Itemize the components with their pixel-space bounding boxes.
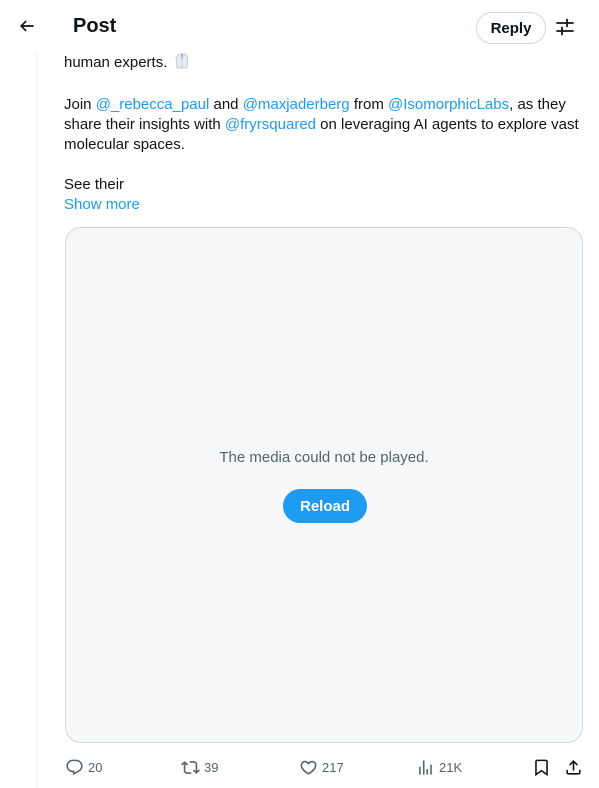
like-action[interactable]: 217 [299,754,344,780]
mention-link-fryrsquared[interactable]: @fryrsquared [225,116,316,133]
tweet-paragraph-2: Join @_rebecca_paul and @maxjaderberg fr… [64,95,584,155]
heart-icon [300,760,317,775]
page-title: Post [73,15,117,37]
comment-icon [66,759,83,775]
like-count: 217 [322,759,344,775]
share-button[interactable] [564,754,583,780]
tweet-body: human experts. Join @_rebecca_paul and @… [64,53,584,215]
back-button[interactable] [9,8,45,44]
repost-count: 39 [204,759,219,775]
tweet-paragraph-3: See their [64,176,125,193]
filter-button[interactable] [553,15,577,39]
media-error-message: The media could not be played. [219,449,429,466]
text-segment: from [349,96,388,113]
sliders-icon [556,18,574,36]
text-segment: Join [64,96,96,113]
mention-link-rebecca-paul[interactable]: @_rebecca_paul [96,96,210,113]
top-bar: Post Reply [0,0,599,53]
analytics-icon [419,759,432,775]
views-action[interactable]: 21K [416,754,462,780]
thread-line [36,52,37,788]
mention-link-isomorphiclabs[interactable]: @IsomorphicLabs [388,96,509,113]
mention-link-maxjaderberg[interactable]: @maxjaderberg [243,96,350,113]
repost-action[interactable]: 39 [181,754,218,780]
media-player[interactable]: The media could not be played. Reload [65,227,583,743]
text-segment: and [209,96,243,113]
reply-button[interactable]: Reply [476,12,546,44]
share-icon [566,759,581,775]
repost-icon [181,760,200,774]
lab-coat-emoji-icon [174,53,190,75]
tweet-line-text: human experts. [64,54,168,71]
reply-action[interactable]: 20 [65,754,102,780]
bookmark-button[interactable] [532,754,551,780]
bookmark-icon [535,759,548,776]
arrow-left-icon [19,20,34,32]
tweet-paragraph-1: human experts. [64,53,584,75]
action-bar: 20 39 217 21K [0,754,599,780]
show-more-link[interactable]: Show more [64,195,140,215]
reply-count: 20 [88,759,103,775]
reload-button[interactable]: Reload [283,489,367,523]
view-count: 21K [439,759,463,775]
